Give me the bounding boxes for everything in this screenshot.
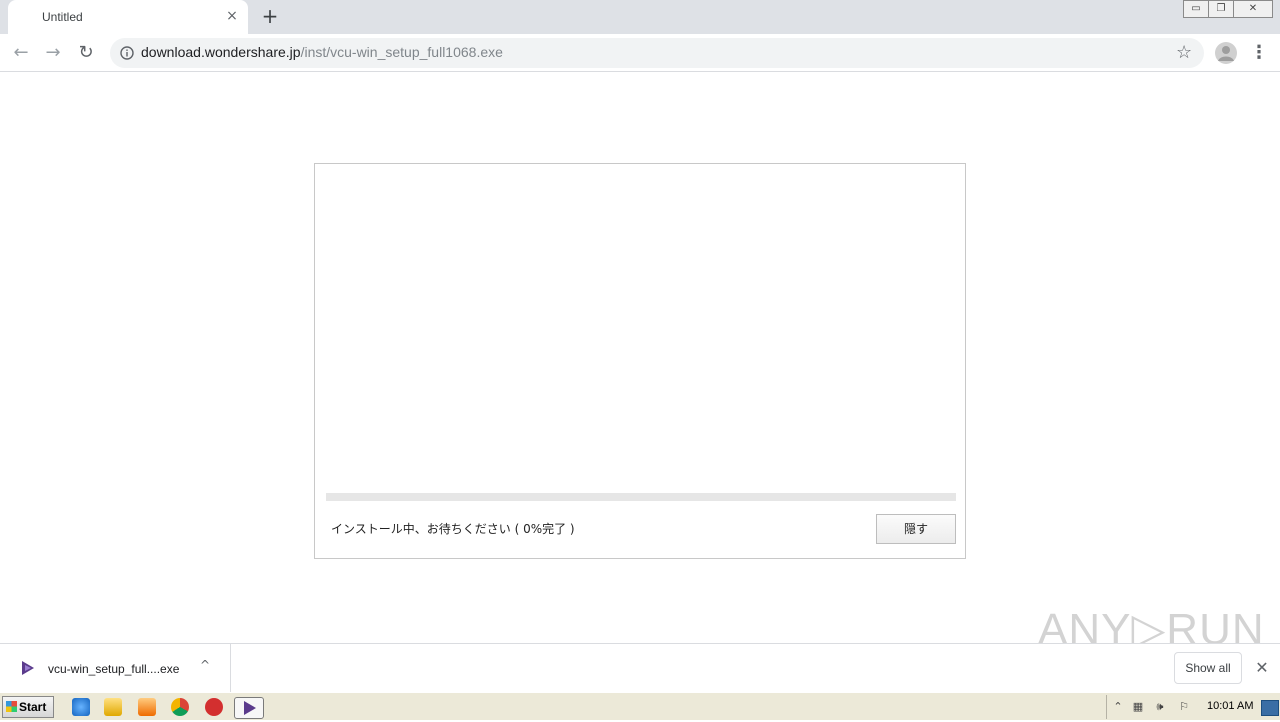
clock[interactable]: 10:01 AM xyxy=(1207,700,1253,712)
file-explorer-icon[interactable] xyxy=(104,698,122,716)
show-all-button[interactable]: Show all xyxy=(1174,652,1242,684)
info-icon[interactable] xyxy=(120,46,134,60)
tab-untitled[interactable]: Untitled × xyxy=(8,0,248,34)
start-label: Start xyxy=(19,700,47,714)
opera-icon[interactable] xyxy=(205,698,223,716)
bookmark-star-icon[interactable]: ☆ xyxy=(1176,43,1192,63)
chrome-icon[interactable] xyxy=(171,698,189,716)
hide-button[interactable]: 隠す xyxy=(876,514,956,544)
back-arrow-icon[interactable]: ← xyxy=(10,42,32,64)
tab-title: Untitled xyxy=(42,10,83,24)
start-button[interactable]: Start xyxy=(2,696,54,718)
network-icon[interactable]: ▦ xyxy=(1131,700,1145,714)
system-tray: ⌃ ▦ 🕪 ⚐ 10:01 AM xyxy=(1106,695,1280,719)
browser-menu-icon[interactable]: ⋮ xyxy=(1250,42,1268,64)
installer-dialog: インストール中、お待ちください ( 0%完了 ) 隠す xyxy=(314,163,966,559)
install-status-text: インストール中、お待ちください ( 0%完了 ) xyxy=(331,522,575,536)
download-shelf: vcu-win_setup_full....exe ^ Show all ✕ xyxy=(0,643,1280,693)
volume-icon[interactable]: 🕪 xyxy=(1153,700,1167,714)
forward-arrow-icon[interactable]: → xyxy=(42,42,64,64)
close-window-button[interactable]: ✕ xyxy=(1233,0,1273,18)
download-item[interactable]: vcu-win_setup_full....exe ^ xyxy=(0,644,231,693)
tab-strip: Untitled × + ▭ ❐ ✕ xyxy=(0,0,1280,34)
restore-button[interactable]: ❐ xyxy=(1208,0,1234,18)
minimize-button[interactable]: ▭ xyxy=(1183,0,1209,18)
chevron-up-icon[interactable]: ^ xyxy=(200,658,214,674)
url-path: /inst/vcu-win_setup_full1068.exe xyxy=(300,44,503,60)
new-tab-icon[interactable]: + xyxy=(260,6,280,26)
profile-avatar-icon[interactable] xyxy=(1215,42,1237,64)
media-player-icon[interactable] xyxy=(138,698,156,716)
installer-file-icon xyxy=(22,661,34,675)
close-download-shelf-icon[interactable]: ✕ xyxy=(1254,658,1270,678)
download-file-name: vcu-win_setup_full....exe xyxy=(48,662,180,676)
browser-toolbar: ← → ↻ download.wondershare.jp/inst/vcu-w… xyxy=(0,34,1280,72)
action-center-flag-icon[interactable]: ⚐ xyxy=(1177,700,1191,714)
video-converter-taskbar-icon[interactable] xyxy=(234,697,264,719)
windows-logo-icon xyxy=(6,701,17,712)
url-text: download.wondershare.jp/inst/vcu-win_set… xyxy=(141,44,503,60)
tab-close-icon[interactable]: × xyxy=(224,8,240,24)
taskbar: Start ⌃ ▦ 🕪 ⚐ 10:01 AM xyxy=(0,692,1280,720)
show-desktop-icon[interactable] xyxy=(1261,700,1279,716)
install-progress-bar xyxy=(326,493,956,501)
address-bar[interactable]: download.wondershare.jp/inst/vcu-win_set… xyxy=(110,38,1204,68)
internet-explorer-icon[interactable] xyxy=(72,698,90,716)
reload-icon[interactable]: ↻ xyxy=(75,42,97,64)
url-host: download.wondershare.jp xyxy=(141,44,301,60)
show-hidden-icons-icon[interactable]: ⌃ xyxy=(1111,700,1125,714)
